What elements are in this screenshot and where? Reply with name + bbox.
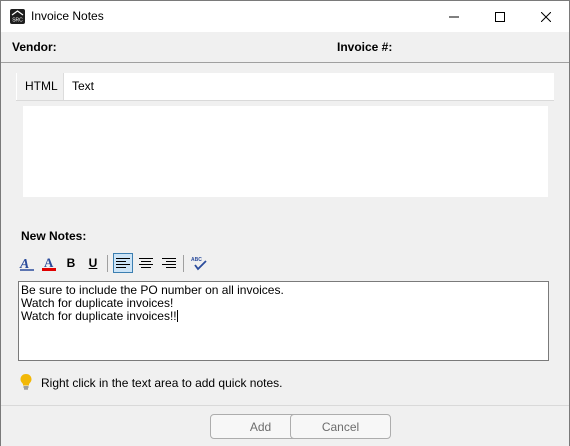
font-style-icon: A <box>19 257 34 271</box>
font-color-icon: A <box>42 255 56 271</box>
note-line-current: Watch for duplicate invoices!! <box>21 310 546 323</box>
align-right-button[interactable] <box>159 253 179 273</box>
bold-button[interactable]: B <box>61 253 81 273</box>
toolbar-separator <box>183 255 184 272</box>
new-notes-editor[interactable]: Be sure to include the PO number on all … <box>18 281 549 361</box>
tab-html[interactable]: HTML <box>17 73 64 100</box>
cancel-button[interactable]: Cancel <box>290 414 391 439</box>
hint-text: Right click in the text area to add quic… <box>41 376 283 390</box>
svg-text:A: A <box>19 257 29 271</box>
text-caret <box>176 310 178 322</box>
dialog-footer: Add Cancel <box>1 405 569 446</box>
lightbulb-icon <box>19 373 33 394</box>
maximize-button[interactable] <box>477 1 523 32</box>
align-left-icon <box>116 258 130 268</box>
minimize-icon <box>449 16 459 17</box>
underline-button[interactable]: U <box>83 253 103 273</box>
font-color-button[interactable]: A <box>39 253 59 273</box>
toolbar-separator <box>107 255 108 272</box>
vendor-label: Vendor: <box>12 40 57 54</box>
app-icon-text: SRC <box>12 18 23 24</box>
align-right-icon <box>162 258 176 268</box>
spell-check-button[interactable]: ABC <box>189 253 209 273</box>
title-bar[interactable]: SRC Invoice Notes <box>1 1 569 32</box>
spell-check-label: ABC <box>191 257 202 263</box>
close-icon <box>541 11 551 22</box>
new-notes-label: New Notes: <box>21 229 87 243</box>
spell-check-icon: ABC <box>191 257 207 271</box>
invoice-header: Vendor: Invoice #: <box>1 32 569 63</box>
font-style-button[interactable]: A <box>17 253 37 273</box>
minimize-button[interactable] <box>431 1 477 32</box>
note-line-text: Watch for duplicate invoices!! <box>21 309 177 323</box>
close-button[interactable] <box>523 1 569 32</box>
invoice-number-label: Invoice #: <box>337 40 393 54</box>
align-center-button[interactable] <box>136 253 156 273</box>
svg-text:A: A <box>44 255 54 270</box>
maximize-icon <box>495 11 505 22</box>
tab-text[interactable]: Text <box>64 73 102 100</box>
app-icon: SRC <box>10 9 25 24</box>
align-center-icon <box>139 258 153 268</box>
invoice-notes-window: SRC Invoice Notes Vendor: Invoice #: HTM… <box>0 0 570 446</box>
existing-notes-viewer[interactable] <box>23 106 548 197</box>
notes-view-tabs: HTML Text <box>16 73 554 101</box>
align-left-button[interactable] <box>113 253 133 273</box>
window-title: Invoice Notes <box>31 9 104 23</box>
